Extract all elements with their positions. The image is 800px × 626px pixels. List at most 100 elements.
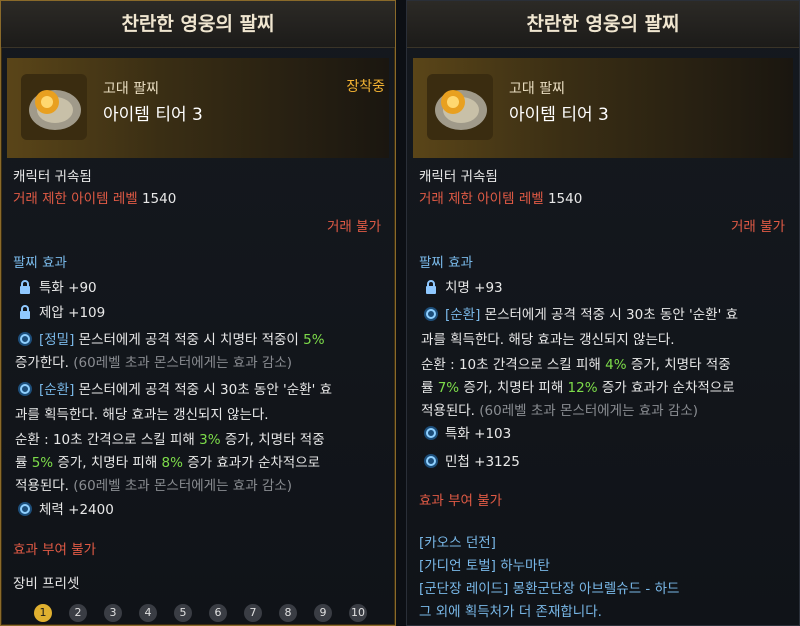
stat-line: 특화 +90 — [17, 276, 97, 296]
effect-note: (60레벨 초과 몬스터에게는 효과 감소) — [68, 478, 293, 494]
swirl-effect-icon — [424, 426, 438, 440]
preset-button-6[interactable]: 6 — [209, 604, 227, 622]
effect-line: 증가한다. (60레벨 초과 몬스터에게는 효과 감소) — [15, 351, 292, 371]
effect-note: (60레벨 초과 몬스터에게는 효과 감소) — [474, 403, 699, 419]
swirl-effect-icon — [424, 307, 438, 321]
effect-line: 순환 : 10초 간격으로 스킬 피해 3% 증가, 치명타 적중 — [15, 428, 325, 448]
item-grade: 고대 팔찌 — [103, 81, 159, 97]
effect-value: 3% — [199, 432, 221, 448]
stat-text: 민첩 +3125 — [445, 454, 520, 470]
effect-text: 증가, 치명타 적중 — [220, 432, 325, 448]
source-line: [카오스 던전] — [419, 535, 496, 551]
effect-text: 순환 : 10초 간격으로 스킬 피해 — [15, 432, 200, 448]
bracelet-item-icon — [21, 74, 87, 140]
effect-tag: [순환] — [445, 307, 481, 323]
item-header: 고대 팔찌 아이템 티어 3 장착중 — [7, 58, 389, 158]
item-title: 찬란한 영웅의 팔찌 — [407, 1, 799, 48]
effect-value: 12% — [567, 380, 598, 396]
stat-text: 특화 +90 — [39, 280, 97, 296]
item-tier: 아이템 티어 3 — [509, 105, 609, 125]
preset-button-10[interactable]: 10 — [349, 604, 367, 622]
trade-level-value: 1540 — [141, 191, 177, 207]
effect-value: 5% — [303, 332, 325, 348]
preset-button-5[interactable]: 5 — [174, 604, 192, 622]
effect-text: 몬스터에게 공격 적중 시 30초 동안 '순환' 효 — [74, 382, 333, 398]
tooltip-panel-equipped: 찬란한 영웅의 팔찌 고대 팔찌 아이템 티어 3 장착중 캐릭터 귀속됨 거래… — [0, 0, 396, 626]
source-line: [가디언 토벌] 하누마탄 — [419, 558, 550, 574]
item-grade: 고대 팔찌 — [509, 81, 565, 97]
item-title: 찬란한 영웅의 팔찌 — [1, 1, 395, 48]
swirl-effect-icon — [424, 454, 438, 468]
preset-button-1[interactable]: 1 — [34, 604, 52, 622]
effect-text: 몬스터에게 공격 적중 시 30초 동안 '순환' 효 — [480, 307, 739, 323]
lock-icon — [20, 280, 30, 294]
swirl-effect-icon — [18, 332, 32, 346]
bracelet-item-icon — [427, 74, 493, 140]
preset-button-3[interactable]: 3 — [104, 604, 122, 622]
effect-text: 증가, 치명타 적중 — [626, 357, 731, 373]
effect-header: 팔찌 효과 — [419, 255, 473, 271]
effect-text: 과를 획득한다. 해당 효과는 갱신되지 않는다. — [15, 407, 269, 423]
bound-text: 캐릭터 귀속됨 — [419, 169, 498, 185]
effect-text: 순환 : 10초 간격으로 스킬 피해 — [421, 357, 606, 373]
effect-tag: [순환] — [39, 382, 75, 398]
trade-status: 거래 불가 — [327, 219, 381, 235]
effect-text: 증가 효과가 순차적으로 — [182, 455, 321, 471]
effect-line: [정밀] 몬스터에게 공격 적중 시 치명타 적중이 5% — [17, 328, 325, 348]
effect-text: 몬스터에게 공격 적중 시 치명타 적중이 — [74, 332, 304, 348]
item-tier: 아이템 티어 3 — [103, 105, 203, 125]
effect-value: 5% — [31, 455, 54, 471]
effect-value: 4% — [605, 357, 627, 373]
bound-text: 캐릭터 귀속됨 — [13, 169, 92, 185]
effect-text: 증가, 치명타 피해 — [459, 380, 568, 396]
trade-level-label: 거래 제한 아이템 레벨 — [419, 191, 544, 207]
stat-text: 특화 +103 — [445, 426, 512, 442]
effect-text: 률 — [421, 380, 438, 396]
stat-line: 제압 +109 — [17, 301, 105, 321]
item-header: 고대 팔찌 아이템 티어 3 — [413, 58, 793, 158]
preset-button-8[interactable]: 8 — [279, 604, 297, 622]
preset-button-2[interactable]: 2 — [69, 604, 87, 622]
effect-header: 팔찌 효과 — [13, 255, 67, 271]
preset-button-9[interactable]: 9 — [314, 604, 332, 622]
source-line: [군단장 레이드] 몽환군단장 아브렐슈드 - 하드 — [419, 581, 680, 597]
effect-text: 증가, 치명타 피해 — [53, 455, 162, 471]
stat-line: 체력 +2400 — [17, 498, 114, 518]
effect-line: 순환 : 10초 간격으로 스킬 피해 4% 증가, 치명타 적중 — [421, 353, 731, 373]
stat-line: 민첩 +3125 — [423, 450, 520, 470]
effect-value: 7% — [437, 380, 460, 396]
stat-text: 체력 +2400 — [39, 502, 114, 518]
effect-text: 적용된다. — [15, 478, 69, 494]
grant-status: 효과 부여 불가 — [419, 493, 503, 509]
stat-line: 특화 +103 — [423, 422, 511, 442]
lock-icon — [426, 280, 436, 294]
effect-line: 률 7% 증가, 치명타 피해 12% 증가 효과가 순차적으로 — [421, 376, 735, 396]
preset-header: 장비 프리셋 — [13, 576, 80, 592]
trade-level-label: 거래 제한 아이템 레벨 — [13, 191, 138, 207]
effect-text: 적용된다. — [421, 403, 475, 419]
effect-text: 과를 획득한다. 해당 효과는 갱신되지 않는다. — [421, 332, 675, 348]
effect-value: 8% — [161, 455, 183, 471]
trade-status: 거래 불가 — [731, 219, 785, 235]
effect-note: (60레벨 초과 몬스터에게는 효과 감소) — [68, 355, 293, 371]
effect-text: 증가한다. — [15, 355, 69, 371]
effect-tag: [정밀] — [39, 332, 75, 348]
stat-text: 제압 +109 — [39, 305, 106, 321]
source-line: 그 외에 획득처가 더 존재합니다. — [419, 604, 602, 620]
trade-level-value: 1540 — [547, 191, 583, 207]
effect-line: 적용된다. (60레벨 초과 몬스터에게는 효과 감소) — [421, 399, 698, 419]
preset-button-4[interactable]: 4 — [139, 604, 157, 622]
stat-line: 치명 +93 — [423, 276, 503, 296]
stat-text: 치명 +93 — [445, 280, 503, 296]
equipped-badge: 장착중 — [346, 79, 385, 95]
trade-level-row: 거래 제한 아이템 레벨 1540 — [13, 187, 176, 207]
swirl-effect-icon — [18, 502, 32, 516]
tooltip-panel-compare: 찬란한 영웅의 팔찌 고대 팔찌 아이템 티어 3 캐릭터 귀속됨 거래 제한 … — [406, 0, 800, 626]
effect-line: 적용된다. (60레벨 초과 몬스터에게는 효과 감소) — [15, 474, 292, 494]
swirl-effect-icon — [18, 382, 32, 396]
grant-status: 효과 부여 불가 — [13, 542, 97, 558]
effect-line: 률 5% 증가, 치명타 피해 8% 증가 효과가 순차적으로 — [15, 451, 320, 471]
trade-level-row: 거래 제한 아이템 레벨 1540 — [419, 187, 582, 207]
effect-line: [순환] 몬스터에게 공격 적중 시 30초 동안 '순환' 효 — [423, 303, 738, 323]
preset-button-7[interactable]: 7 — [244, 604, 262, 622]
